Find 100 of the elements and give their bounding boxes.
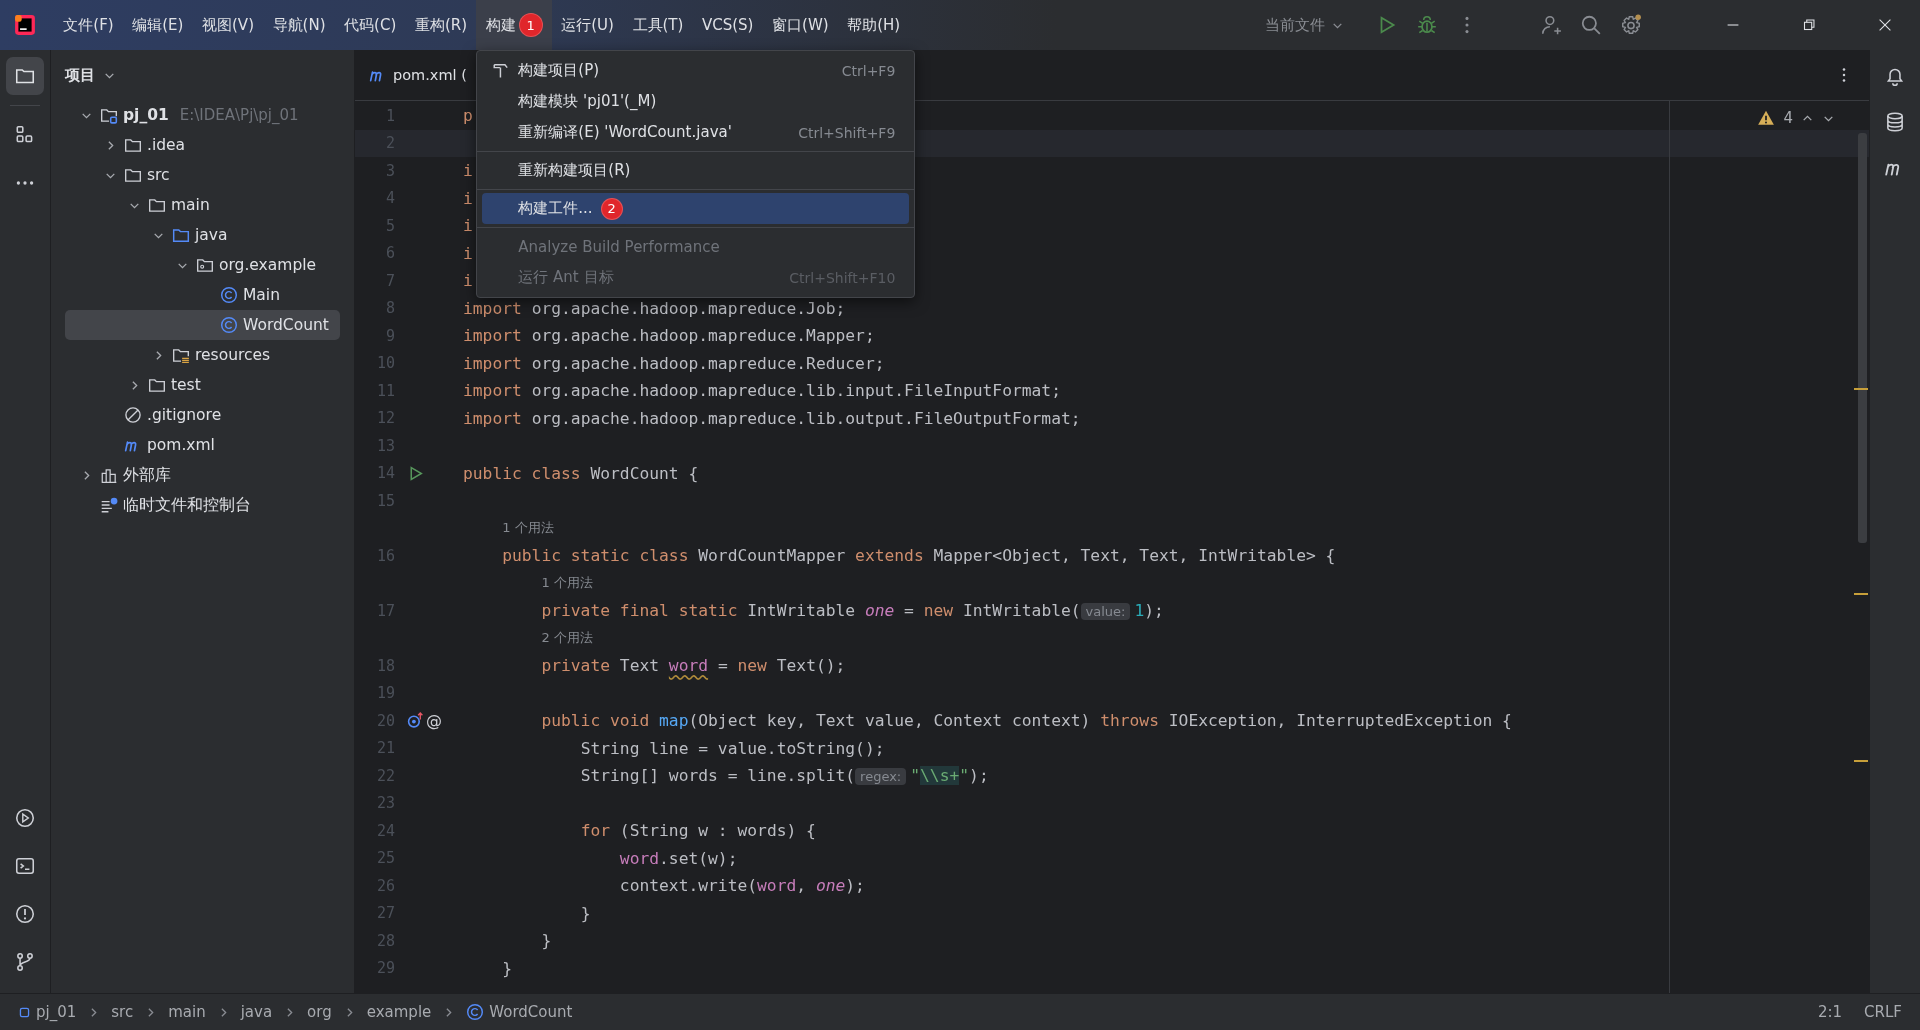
breadcrumb[interactable]: org: [307, 1003, 332, 1021]
menu-option[interactable]: 构建模块 'pj01'(_M): [482, 86, 910, 117]
usage-hint[interactable]: 1 个用法: [502, 519, 554, 538]
code-line: }: [541, 931, 552, 951]
tree-item[interactable]: java: [65, 220, 340, 250]
bug-icon[interactable]: [1416, 14, 1438, 36]
code-line: public class WordCount {: [463, 463, 699, 483]
tree-item[interactable]: src: [65, 160, 340, 190]
tree-item[interactable]: 临时文件和控制台: [65, 490, 340, 520]
warning-count: 4: [1783, 109, 1793, 127]
add-user-icon[interactable]: [1540, 14, 1562, 36]
project-view-dropdown[interactable]: 项目: [65, 65, 116, 85]
folder-icon: [148, 376, 166, 394]
annotation-marker[interactable]: @: [426, 711, 442, 731]
code-line: p: [463, 106, 473, 126]
resources-folder-icon: [172, 346, 190, 364]
menu-item[interactable]: 编辑(E): [122, 0, 193, 50]
search-icon[interactable]: [1580, 14, 1602, 36]
class-icon: [466, 1003, 485, 1021]
menu-item[interactable]: 运行(U): [551, 0, 624, 50]
warning-icon[interactable]: [1757, 109, 1776, 127]
class-icon: [220, 316, 238, 334]
scrollbar-thumb[interactable]: [1858, 133, 1867, 543]
tree-item[interactable]: pj_01 E:\IDEA\Pj\pj_01: [65, 100, 340, 130]
ignore-file-icon: [124, 406, 142, 424]
tree-item[interactable]: org.example: [65, 250, 340, 280]
usage-hint[interactable]: 2 个用法: [541, 629, 593, 648]
caret-position[interactable]: 2:1: [1817, 1003, 1843, 1021]
implemented-method-icon[interactable]: [407, 712, 424, 730]
menu-item[interactable]: 构建 1: [476, 0, 552, 50]
menu-item[interactable]: 代码(C): [334, 0, 406, 50]
usage-hint[interactable]: 1 个用法: [541, 574, 593, 593]
menu-option[interactable]: 重新构建项目(R): [482, 155, 910, 186]
step-badge: 1: [518, 13, 543, 37]
editor-tab[interactable]: pom.xml (: [355, 66, 467, 84]
app-logo-icon[interactable]: [14, 14, 36, 36]
breadcrumb[interactable]: src: [111, 1003, 134, 1021]
project-tool-icon[interactable]: [6, 57, 44, 95]
breadcrumb[interactable]: WordCount: [489, 1003, 573, 1021]
code-line: i: [463, 271, 473, 291]
folder-icon: [124, 136, 142, 154]
code-line: import org.apache.hadoop.mapreduce.lib.output.FileOutputFormat;: [463, 408, 1081, 428]
code-line: import org.apache.hadoop.mapreduce.Job;: [463, 298, 846, 318]
code-line: public static class WordCountMapper extends Mapper<Object, Text, Text, IntWritable> {: [502, 546, 1336, 566]
breadcrumb[interactable]: example: [366, 1003, 432, 1021]
code-line: private final static IntWritable one = new IntWritable( value: 1);: [541, 601, 1164, 621]
code-line: public void map(Object key, Text value, Context context) throws IOException, InterruptedException {: [541, 711, 1512, 731]
warning-marker: [1854, 760, 1868, 762]
code-line: }: [580, 903, 591, 923]
code-line: private Text word = new Text();: [541, 656, 846, 676]
code-line: import org.apache.hadoop.mapreduce.Reducer;: [463, 353, 885, 373]
module-icon: [18, 1005, 31, 1019]
folder-icon: [124, 166, 142, 184]
menu-item[interactable]: VCS(S): [692, 0, 763, 50]
code-line: i: [463, 188, 473, 208]
tree-item[interactable]: Main: [65, 280, 340, 310]
code-line: }: [502, 958, 512, 978]
menu-item[interactable]: 帮助(H): [837, 0, 910, 50]
class-icon: [220, 286, 238, 304]
menu-item[interactable]: 导航(N): [263, 0, 335, 50]
code-line: word.set(w);: [619, 848, 738, 868]
folder-icon: [172, 226, 190, 244]
folder-icon: [148, 196, 166, 214]
line-separator[interactable]: CRLF: [1864, 1003, 1902, 1021]
tree-item[interactable]: pom.xml: [65, 430, 340, 460]
code-line: import org.apache.hadoop.mapreduce.lib.input.FileInputFormat;: [463, 381, 1061, 401]
warning-marker: [1854, 388, 1868, 390]
tree-item[interactable]: .gitignore: [65, 400, 340, 430]
menu-item[interactable]: 重构(R): [405, 0, 477, 50]
code-line: i: [463, 243, 473, 263]
menu-item[interactable]: 文件(F): [54, 0, 123, 50]
menu-item[interactable]: 视图(V): [192, 0, 264, 50]
tree-item[interactable]: .idea: [65, 130, 340, 160]
code-line: for (String w : words) {: [580, 821, 816, 841]
code-line: context.write(word, one);: [619, 876, 865, 896]
breadcrumb[interactable]: java: [240, 1003, 273, 1021]
code-line: String line = value.toString();: [580, 738, 885, 758]
menu-option[interactable]: 构建工件... 2: [482, 193, 910, 224]
code-line: String[] words = line.split( regex: "\\s+");: [580, 766, 989, 786]
project-path: E:\IDEA\Pj\pj_01: [179, 106, 299, 124]
breadcrumb[interactable]: pj_01: [36, 1003, 77, 1021]
menu-item[interactable]: 工具(T): [623, 0, 693, 50]
run-config-dropdown[interactable]: 当前文件: [1265, 15, 1344, 35]
menu-item[interactable]: 窗口(W): [762, 0, 838, 50]
tree-item[interactable]: test: [65, 370, 340, 400]
step-badge: 2: [600, 197, 623, 220]
shortcut-text: Ctrl+Shift+F9: [798, 124, 896, 141]
code-line: i: [463, 216, 473, 236]
code-line: import org.apache.hadoop.mapreduce.Mapper;: [463, 326, 875, 346]
shortcut-text: Ctrl+F9: [841, 62, 896, 79]
scratch-file-icon: [100, 496, 118, 514]
tree-item[interactable]: WordCount: [65, 310, 340, 340]
settings-icon[interactable]: [1620, 14, 1642, 36]
tree-item[interactable]: main: [65, 190, 340, 220]
tree-item[interactable]: 外部库: [65, 460, 340, 490]
tree-item[interactable]: resources: [65, 340, 340, 370]
menu-option[interactable]: 构建项目(P) Ctrl+F9: [482, 55, 910, 86]
breadcrumb[interactable]: main: [168, 1003, 206, 1021]
menu-option[interactable]: 重新编译(E) 'WordCount.java' Ctrl+Shift+F9: [482, 117, 910, 148]
warning-marker: [1854, 593, 1868, 595]
